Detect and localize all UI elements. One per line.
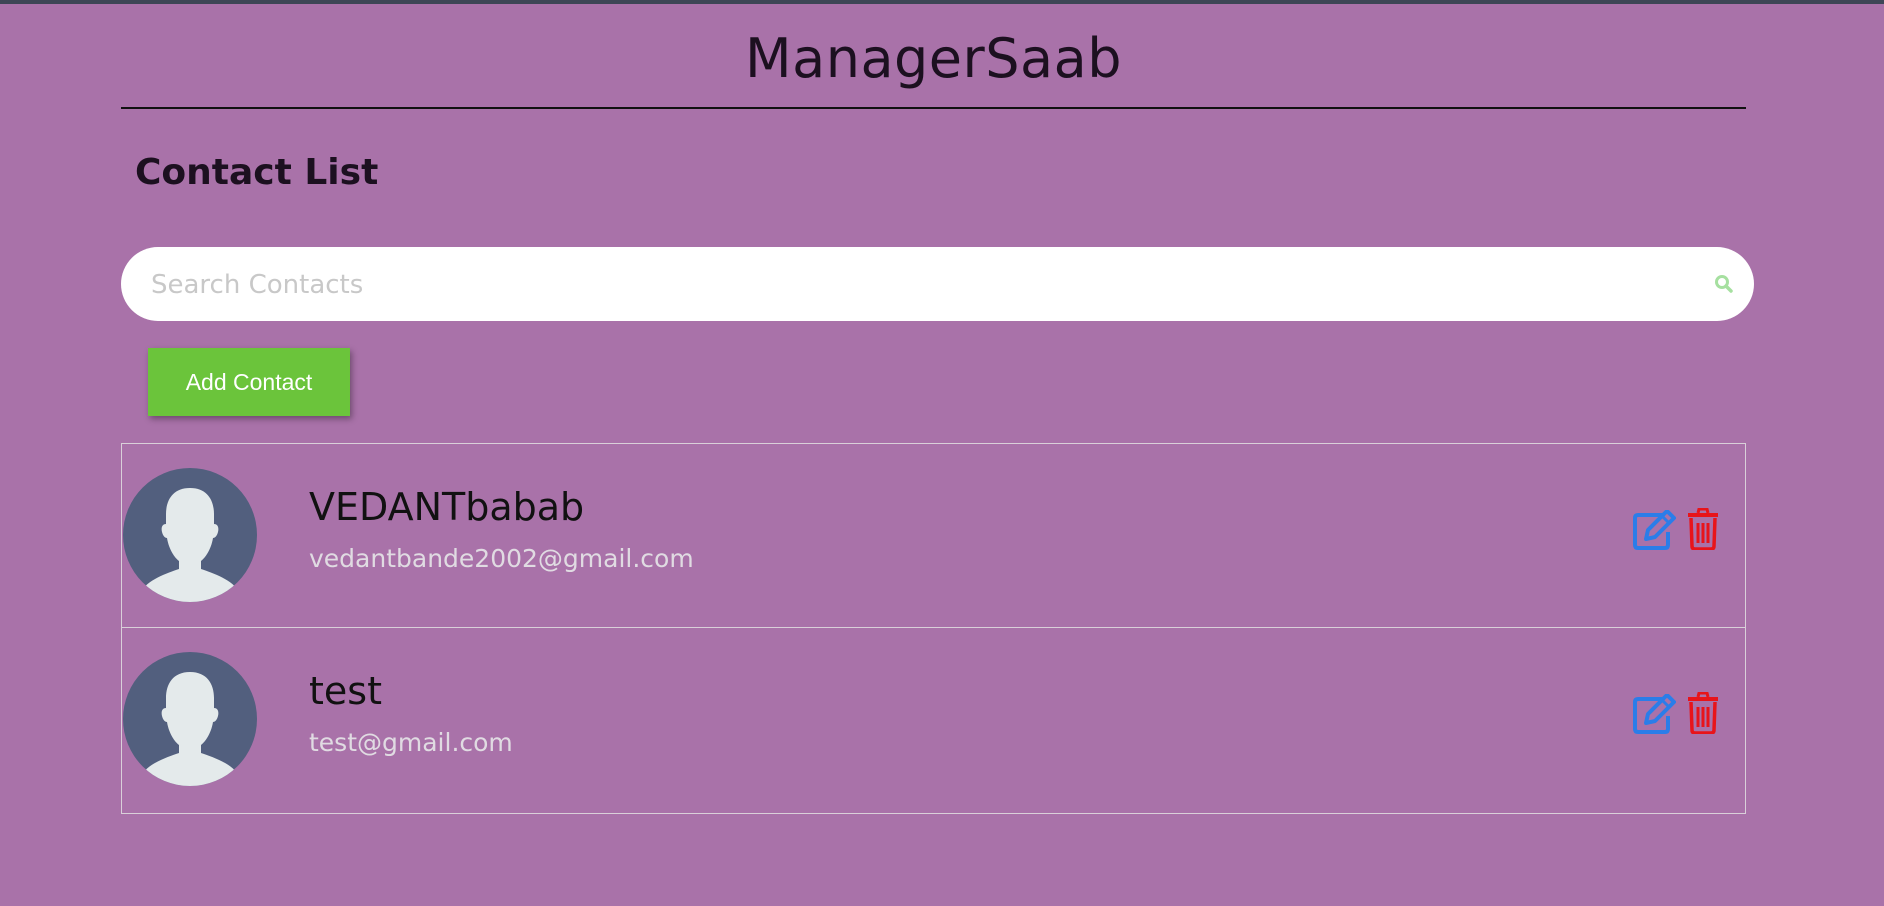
app-title: ManagerSaab [745,27,1122,90]
contact-name: test [309,669,382,713]
edit-icon[interactable] [1632,510,1676,550]
contact-list: VEDANTbabab vedantbande2002@gmail.com te… [121,443,1746,814]
title-divider [121,107,1746,109]
add-contact-button[interactable]: Add Contact [148,348,350,416]
trash-icon[interactable] [1687,508,1719,550]
contact-email: test@gmail.com [309,728,513,757]
edit-icon[interactable] [1632,694,1676,734]
contact-name: VEDANTbabab [309,485,585,529]
default-avatar-icon [123,652,257,786]
contact-email: vedantbande2002@gmail.com [309,544,694,573]
search-icon[interactable] [1714,274,1734,294]
contact-list-heading: Contact List [135,152,379,193]
contact-list-item: VEDANTbabab vedantbande2002@gmail.com [122,444,1745,628]
search-input[interactable] [149,247,1693,323]
search-bar [121,247,1754,323]
trash-icon[interactable] [1687,692,1719,734]
contact-list-item: test test@gmail.com [122,628,1745,813]
default-avatar-icon [123,468,257,602]
main-container: ManagerSaab Contact List Add Contact VED… [121,4,1754,814]
